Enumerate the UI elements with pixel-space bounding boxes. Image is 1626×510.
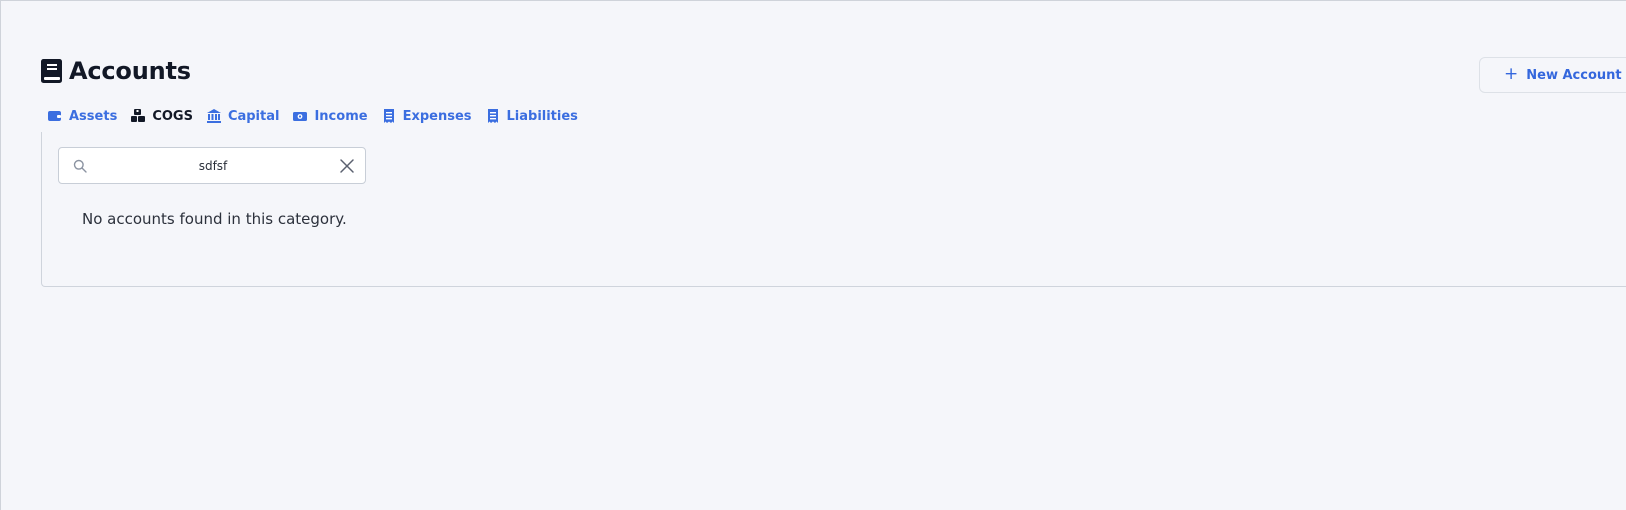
tab-label: Expenses: [402, 108, 472, 124]
page-header: Accounts: [41, 57, 191, 85]
book-icon: [41, 59, 62, 83]
tab-income[interactable]: Income: [293, 107, 368, 125]
new-account-button[interactable]: + New Account: [1479, 57, 1626, 93]
money-icon: [293, 112, 308, 121]
tab-assets[interactable]: Assets: [48, 107, 117, 125]
boxes-icon: [131, 109, 146, 122]
wallet-icon: [48, 111, 61, 121]
page-title: Accounts: [69, 57, 191, 85]
new-account-label: New Account: [1526, 67, 1622, 83]
tab-capital[interactable]: Capital: [206, 107, 280, 125]
tab-label: Assets: [69, 108, 118, 124]
tab-liabilities[interactable]: Liabilities: [486, 107, 578, 125]
close-icon[interactable]: [339, 158, 355, 174]
search-input[interactable]: [95, 154, 331, 178]
tab-label: Income: [314, 108, 368, 124]
accounts-panel: No accounts found in this category.: [41, 132, 1626, 287]
category-tabs: Assets COGS Capital Income Expenses Liab…: [48, 107, 578, 125]
tab-cogs[interactable]: COGS: [131, 107, 193, 125]
tab-label: Liabilities: [506, 108, 578, 124]
empty-state-message: No accounts found in this category.: [82, 210, 347, 228]
tab-label: COGS: [152, 108, 193, 124]
tab-label: Capital: [227, 108, 280, 124]
receipt-icon: [383, 109, 394, 123]
receipt-icon: [487, 109, 498, 123]
search-box: [58, 147, 366, 184]
plus-icon: +: [1504, 63, 1519, 84]
search-icon: [73, 159, 87, 173]
tab-expenses[interactable]: Expenses: [382, 107, 472, 125]
bank-icon: [206, 109, 221, 123]
